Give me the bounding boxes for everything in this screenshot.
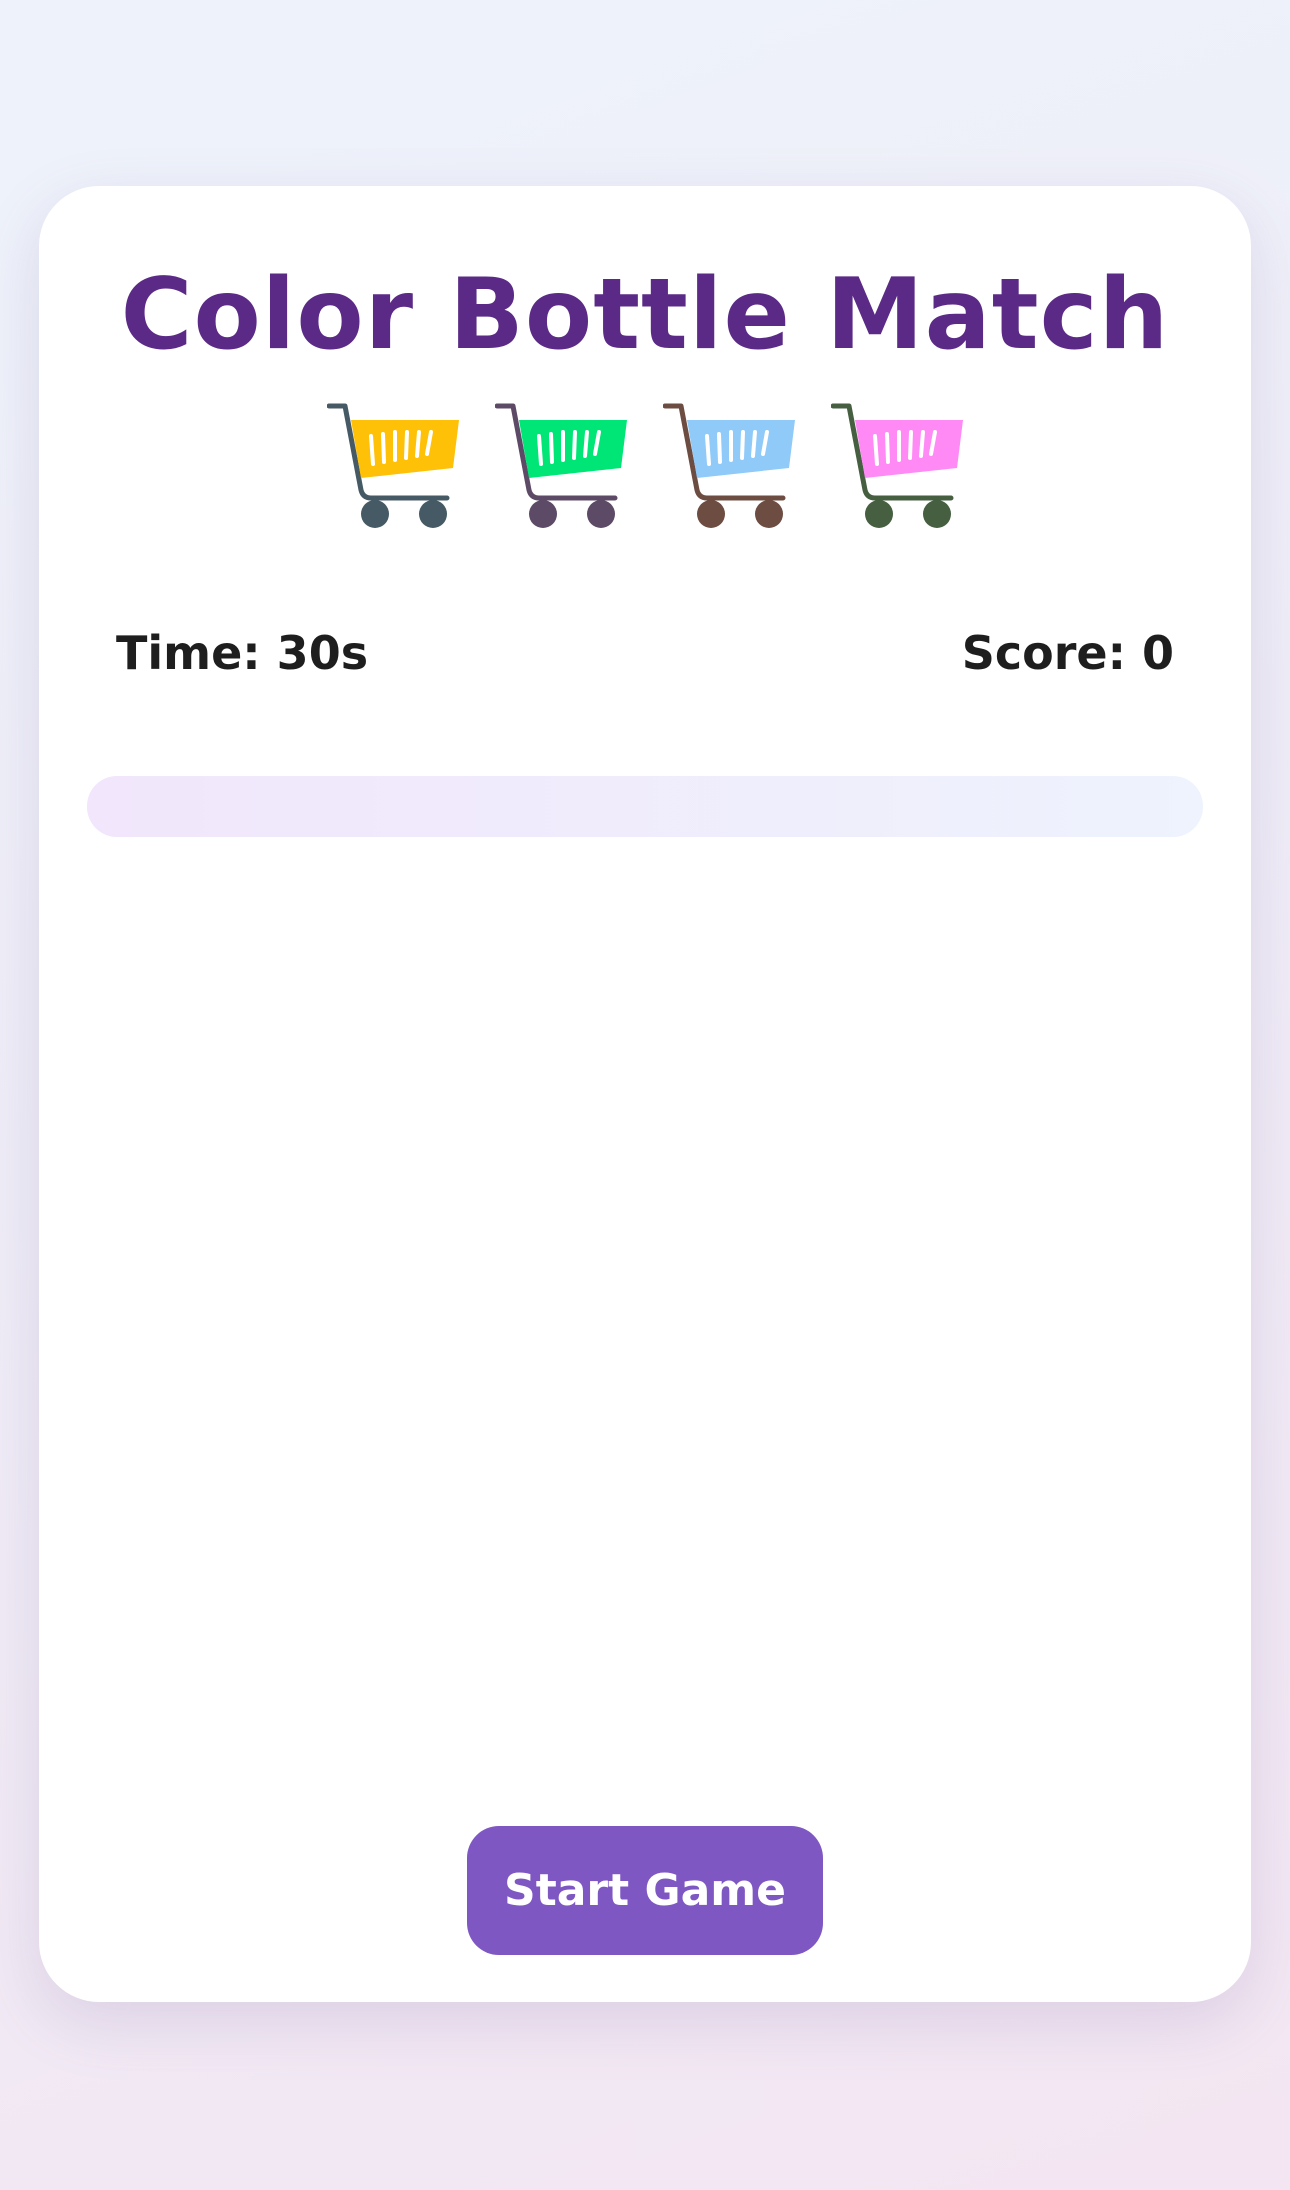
cart-wheel <box>419 500 447 528</box>
progress-bar <box>87 776 1203 837</box>
shopping-cart-icon <box>663 403 795 528</box>
cart-wheel <box>529 500 557 528</box>
shopping-cart-icon <box>327 403 459 528</box>
score-display: Score: 0 <box>961 626 1174 680</box>
game-title: Color Bottle Match <box>120 258 1170 372</box>
cart-wheel <box>865 500 893 528</box>
timer-display: Time: 30s <box>116 626 369 680</box>
cart-wheel <box>923 500 951 528</box>
game-board <box>87 876 1203 1956</box>
cart-wheel <box>361 500 389 528</box>
shopping-cart-icon <box>831 403 963 528</box>
game-card: Color Bottle Match Time: 30s Score: 0 St… <box>39 186 1251 2002</box>
cart-wheel <box>587 500 615 528</box>
cart-wheel <box>697 500 725 528</box>
cart-row <box>39 402 1251 528</box>
shopping-cart-icon <box>495 403 627 528</box>
start-game-button[interactable]: Start Game <box>467 1826 823 1955</box>
cart-wheel <box>755 500 783 528</box>
stats-bar: Time: 30s Score: 0 <box>116 630 1174 676</box>
